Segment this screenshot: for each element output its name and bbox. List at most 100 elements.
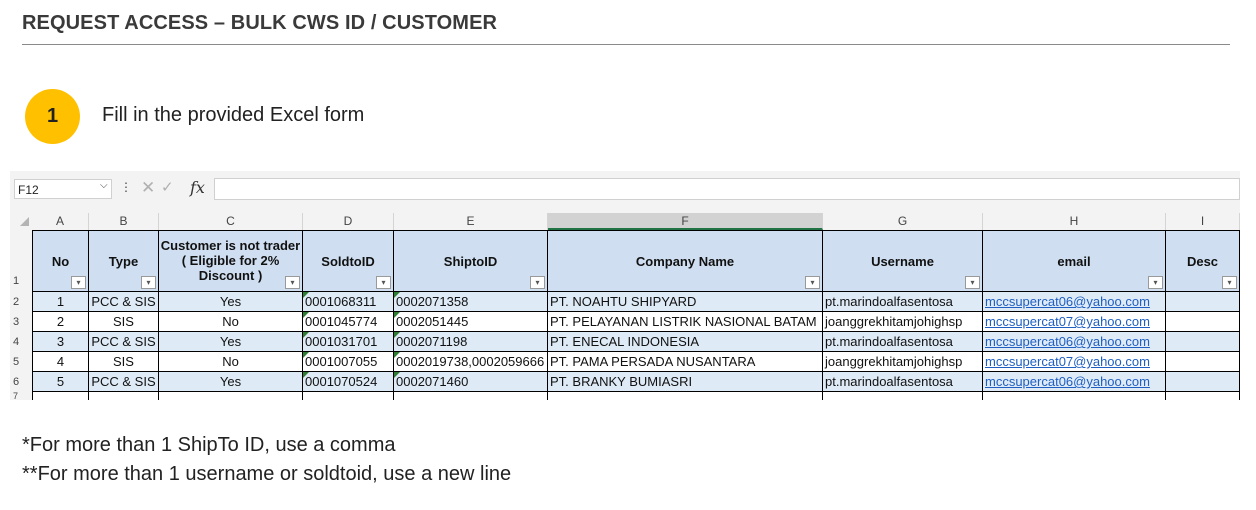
cell-no[interactable]: 1	[32, 292, 89, 312]
empty-cell[interactable]	[303, 392, 394, 400]
filter-dropdown-icon[interactable]: ▾	[965, 276, 980, 289]
cell-desc[interactable]	[1166, 352, 1240, 372]
column-header-c[interactable]: C	[159, 213, 303, 230]
cell-type[interactable]: SIS	[89, 352, 159, 372]
filter-dropdown-icon[interactable]: ▾	[141, 276, 156, 289]
cell-type[interactable]: PCC & SIS	[89, 292, 159, 312]
cell-desc[interactable]	[1166, 372, 1240, 392]
enter-icon[interactable]: ✓	[161, 178, 174, 196]
cell-type[interactable]: PCC & SIS	[89, 332, 159, 352]
cell-desc[interactable]	[1166, 292, 1240, 312]
cell-trader[interactable]: Yes	[159, 332, 303, 352]
column-header-i[interactable]: I	[1166, 213, 1240, 230]
row-header-6[interactable]: 6	[10, 372, 32, 392]
cell-trader[interactable]: Yes	[159, 292, 303, 312]
cell-type[interactable]: SIS	[89, 312, 159, 332]
cell-no[interactable]: 3	[32, 332, 89, 352]
row-header-3[interactable]: 3	[10, 312, 32, 332]
cell-email[interactable]: mccsupercat06@yahoo.com	[983, 332, 1166, 352]
empty-cell[interactable]	[548, 392, 823, 400]
cell-soldto[interactable]: 0001007055	[303, 352, 394, 372]
column-header-b[interactable]: B	[89, 213, 159, 230]
cell-company[interactable]: PT. NOAHTU SHIPYARD	[548, 292, 823, 312]
column-header-e[interactable]: E	[394, 213, 548, 230]
cell-no[interactable]: 4	[32, 352, 89, 372]
error-indicator-icon	[394, 372, 400, 378]
column-header-a[interactable]: A	[32, 213, 89, 230]
cell-shipto[interactable]: 0002051445	[394, 312, 548, 332]
empty-cell[interactable]	[32, 392, 89, 400]
cell-trader[interactable]: Yes	[159, 372, 303, 392]
empty-cell[interactable]	[823, 392, 983, 400]
column-header-h[interactable]: H	[983, 213, 1166, 230]
header-trader[interactable]: Customer is not trader ( Eligible for 2%…	[159, 230, 303, 292]
cancel-icon[interactable]: ✕	[141, 178, 155, 198]
cell-trader[interactable]: No	[159, 352, 303, 372]
header-soldto[interactable]: SoldtoID ▾	[303, 230, 394, 292]
error-indicator-icon	[394, 332, 400, 338]
cell-no[interactable]: 5	[32, 372, 89, 392]
cell-shipto[interactable]: 0002019738,0002059666	[394, 352, 548, 372]
cell-company[interactable]: PT. BRANKY BUMIASRI	[548, 372, 823, 392]
cell-desc[interactable]	[1166, 312, 1240, 332]
filter-dropdown-icon[interactable]: ▾	[1148, 276, 1163, 289]
header-soldto-label: SoldtoID	[321, 253, 375, 269]
header-shipto[interactable]: ShiptoID ▾	[394, 230, 548, 292]
cell-shipto[interactable]: 0002071198	[394, 332, 548, 352]
empty-cell[interactable]	[983, 392, 1166, 400]
column-header-f[interactable]: F	[548, 213, 823, 230]
cell-soldto[interactable]: 0001070524	[303, 372, 394, 392]
cell-shipto[interactable]: 0002071358	[394, 292, 548, 312]
cell-company[interactable]: PT. PELAYANAN LISTRIK NASIONAL BATAM	[548, 312, 823, 332]
cell-username[interactable]: pt.marindoalfasentosa	[823, 292, 983, 312]
cell-no[interactable]: 2	[32, 312, 89, 332]
cell-email[interactable]: mccsupercat06@yahoo.com	[983, 372, 1166, 392]
header-email[interactable]: email ▾	[983, 230, 1166, 292]
column-header-g[interactable]: G	[823, 213, 983, 230]
error-indicator-icon	[303, 332, 309, 338]
cell-email[interactable]: mccsupercat07@yahoo.com	[983, 312, 1166, 332]
header-desc[interactable]: Desc ▾	[1166, 230, 1240, 292]
cell-soldto[interactable]: 0001068311	[303, 292, 394, 312]
formula-input[interactable]	[214, 178, 1240, 200]
cell-trader[interactable]: No	[159, 312, 303, 332]
row-header-7[interactable]: 7	[10, 392, 32, 400]
cell-username[interactable]: pt.marindoalfasentosa	[823, 372, 983, 392]
filter-dropdown-icon[interactable]: ▾	[530, 276, 545, 289]
empty-cell[interactable]	[394, 392, 548, 400]
cell-desc[interactable]	[1166, 332, 1240, 352]
row-header-2[interactable]: 2	[10, 292, 32, 312]
filter-dropdown-icon[interactable]: ▾	[285, 276, 300, 289]
insert-function-icon[interactable]: fx	[190, 178, 205, 197]
empty-cell[interactable]	[159, 392, 303, 400]
filter-dropdown-icon[interactable]: ▾	[805, 276, 820, 289]
header-trader-line3: Discount )	[198, 267, 263, 283]
cell-username[interactable]: joanggrekhitamjohighsp	[823, 352, 983, 372]
cell-soldto[interactable]: 0001045774	[303, 312, 394, 332]
header-type[interactable]: Type ▾	[89, 230, 159, 292]
cell-shipto[interactable]: 0002071460	[394, 372, 548, 392]
header-no[interactable]: No ▾	[32, 230, 89, 292]
empty-cell[interactable]	[89, 392, 159, 400]
cell-soldto[interactable]: 0001031701	[303, 332, 394, 352]
row-header-1[interactable]: 1	[10, 275, 32, 292]
name-box[interactable]: F12	[14, 179, 112, 199]
cell-email[interactable]: mccsupercat06@yahoo.com	[983, 292, 1166, 312]
cell-company[interactable]: PT. ENECAL INDONESIA	[548, 332, 823, 352]
cell-type[interactable]: PCC & SIS	[89, 372, 159, 392]
cell-username[interactable]: joanggrekhitamjohighsp	[823, 312, 983, 332]
filter-dropdown-icon[interactable]: ▾	[71, 276, 86, 289]
row-header-4[interactable]: 4	[10, 332, 32, 352]
filter-dropdown-icon[interactable]: ▾	[376, 276, 391, 289]
header-company[interactable]: Company Name ▾	[548, 230, 823, 292]
chevron-down-icon[interactable]: ⌵	[100, 180, 108, 191]
cell-username[interactable]: pt.marindoalfasentosa	[823, 332, 983, 352]
filter-dropdown-icon[interactable]: ▾	[1222, 276, 1237, 289]
cell-company[interactable]: PT. PAMA PERSADA NUSANTARA	[548, 352, 823, 372]
header-username[interactable]: Username ▾	[823, 230, 983, 292]
cell-email[interactable]: mccsupercat07@yahoo.com	[983, 352, 1166, 372]
header-trader-line1: Customer is not trader	[160, 237, 301, 253]
empty-cell[interactable]	[1166, 392, 1240, 400]
row-header-5[interactable]: 5	[10, 352, 32, 372]
column-header-d[interactable]: D	[303, 213, 394, 230]
